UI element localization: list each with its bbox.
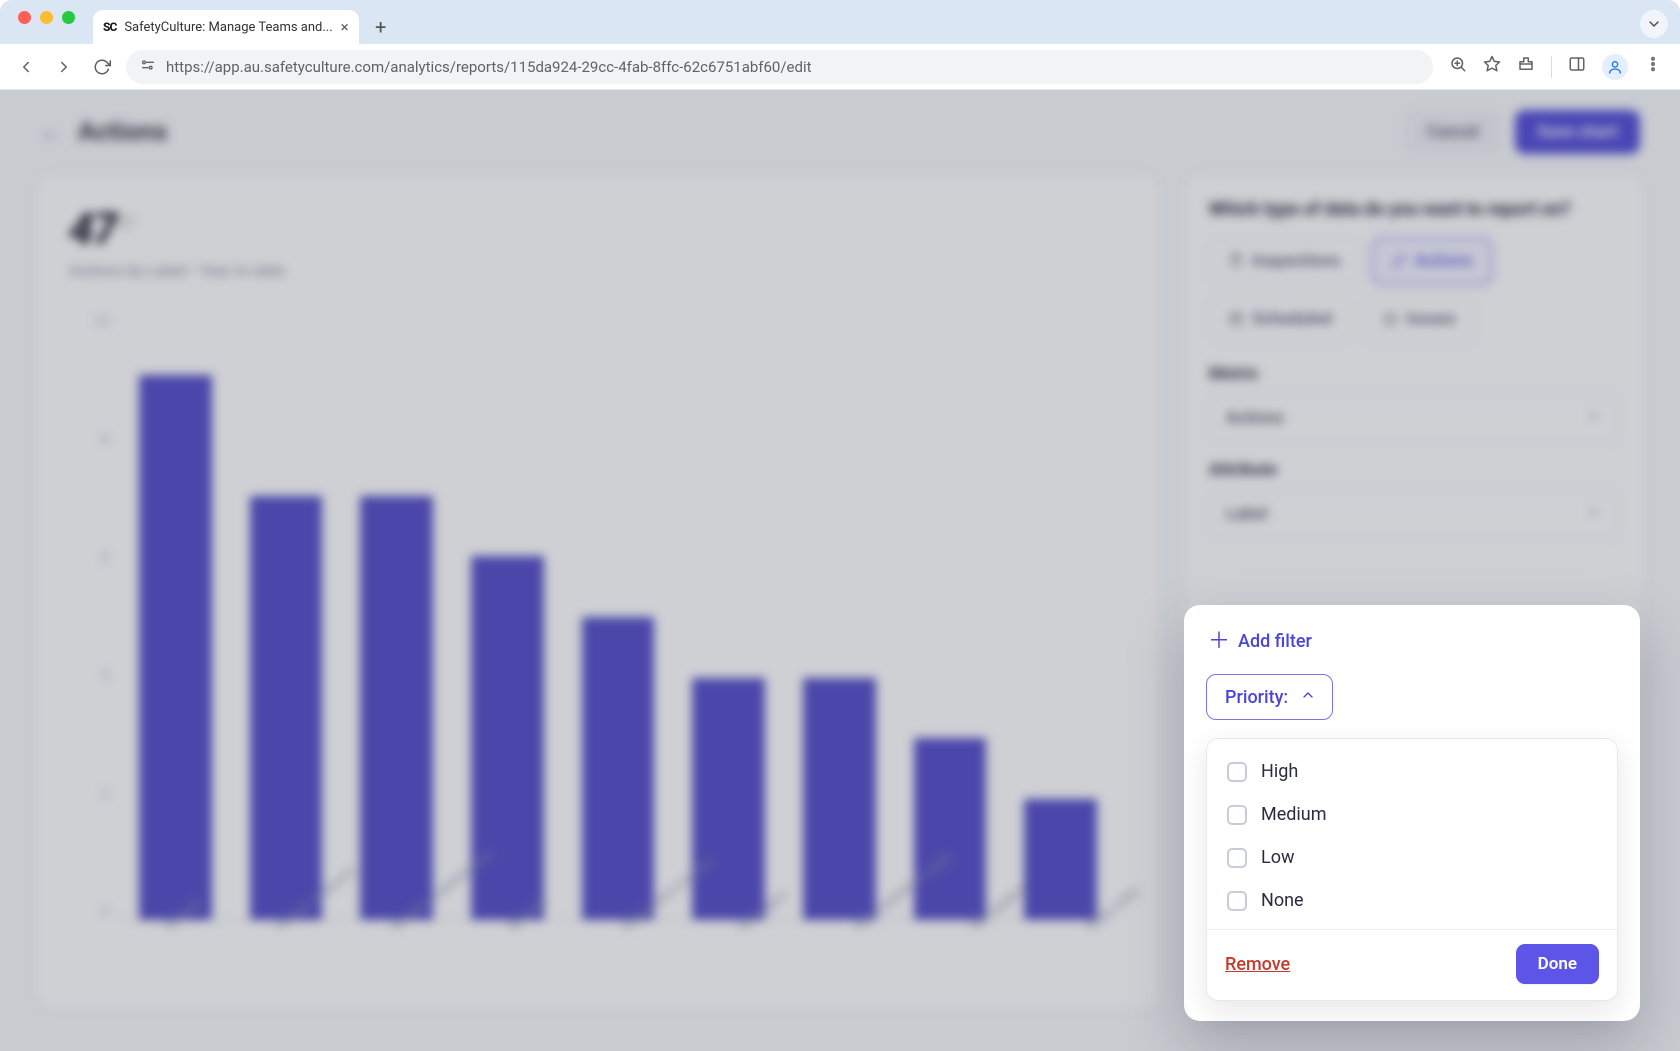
toolbar-icons	[1443, 54, 1668, 80]
filter-option-label: Medium	[1261, 804, 1327, 825]
filter-option-label: None	[1261, 890, 1304, 911]
toolbar-separator	[1551, 56, 1552, 78]
checkbox[interactable]	[1227, 891, 1247, 911]
nav-back-button[interactable]	[12, 53, 40, 81]
extensions-icon[interactable]	[1517, 55, 1535, 78]
checkbox[interactable]	[1227, 762, 1247, 782]
browser-address-bar: https://app.au.safetyculture.com/analyti…	[0, 44, 1680, 90]
tab-close-icon[interactable]: ×	[341, 18, 349, 36]
nav-reload-button[interactable]	[88, 53, 116, 81]
side-panel-icon[interactable]	[1568, 55, 1586, 78]
filter-option[interactable]: Medium	[1223, 796, 1601, 833]
filter-option[interactable]: Low	[1223, 839, 1601, 876]
minimize-window-button[interactable]	[40, 11, 53, 24]
url-text: https://app.au.safetyculture.com/analyti…	[166, 58, 812, 76]
filter-pill-label: Priority:	[1225, 687, 1288, 708]
filter-option[interactable]: None	[1223, 882, 1601, 919]
filter-popover: ＋ Add filter Priority: High Medium Low None…	[1184, 605, 1640, 1021]
bookmark-star-icon[interactable]	[1483, 55, 1501, 78]
tab-favicon: SC	[103, 20, 116, 34]
filter-option-label: High	[1261, 761, 1298, 782]
add-filter-button[interactable]: ＋ Add filter	[1206, 627, 1618, 656]
add-filter-label: Add filter	[1238, 631, 1312, 652]
window-controls	[12, 0, 85, 44]
filter-dropdown-panel: High Medium Low None Remove Done	[1206, 738, 1618, 1001]
tab-title: SafetyCulture: Manage Teams and...	[124, 20, 332, 35]
tab-overflow-button[interactable]	[1640, 10, 1668, 38]
filter-option-label: Low	[1261, 847, 1295, 868]
checkbox[interactable]	[1227, 848, 1247, 868]
browser-tab-strip: SC SafetyCulture: Manage Teams and... × …	[0, 0, 1680, 44]
profile-avatar-icon[interactable]	[1602, 54, 1628, 80]
url-input[interactable]: https://app.au.safetyculture.com/analyti…	[126, 50, 1433, 84]
browser-tab-active[interactable]: SC SafetyCulture: Manage Teams and... ×	[93, 10, 359, 44]
done-button[interactable]: Done	[1516, 944, 1599, 984]
site-settings-icon[interactable]	[140, 57, 156, 77]
chevron-down-icon	[1646, 16, 1662, 32]
zoom-icon[interactable]	[1449, 55, 1467, 78]
fullscreen-window-button[interactable]	[62, 11, 75, 24]
remove-filter-link[interactable]: Remove	[1225, 954, 1290, 975]
chevron-up-icon	[1300, 687, 1316, 708]
filter-option[interactable]: High	[1223, 753, 1601, 790]
new-tab-button[interactable]: +	[367, 13, 395, 41]
nav-forward-button[interactable]	[50, 53, 78, 81]
checkbox[interactable]	[1227, 805, 1247, 825]
close-window-button[interactable]	[18, 11, 31, 24]
kebab-menu-icon[interactable]	[1644, 55, 1662, 78]
filter-pill-priority[interactable]: Priority:	[1206, 674, 1333, 720]
